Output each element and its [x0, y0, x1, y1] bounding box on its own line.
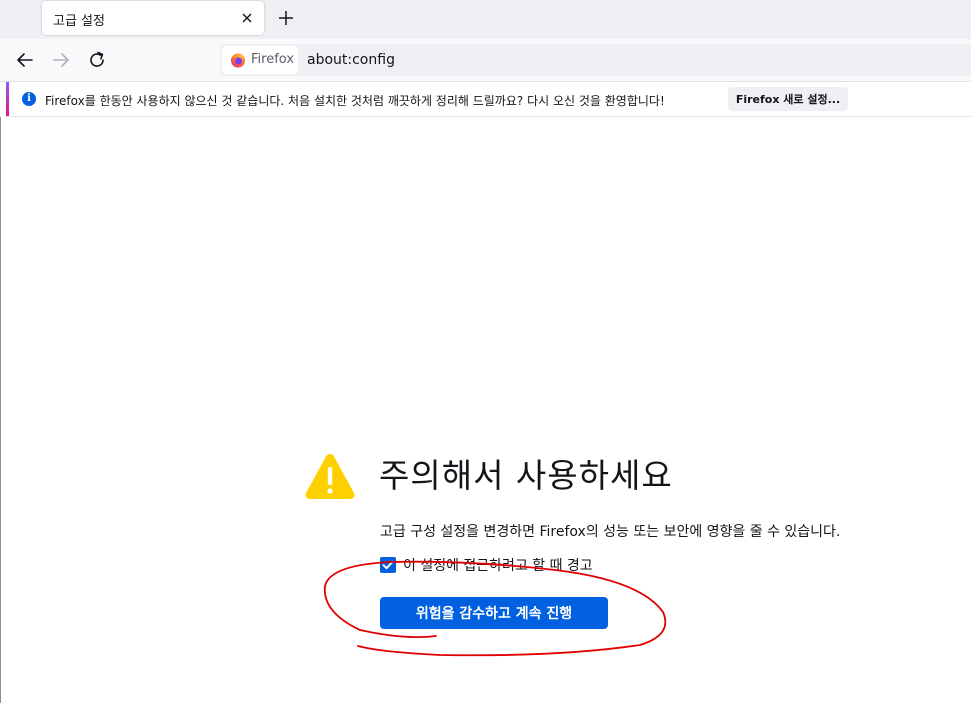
warning-description: 고급 구성 설정을 변경하면 Firefox의 성능 또는 보안에 영향을 줄 …	[380, 524, 841, 540]
tab-strip: 고급 설정	[0, 0, 971, 39]
navigation-toolbar: Firefox about:config	[0, 39, 971, 82]
warn-checkbox-label[interactable]: 이 설정에 접근하려고 할 때 경고	[403, 555, 593, 575]
tab-title: 고급 설정	[53, 14, 105, 29]
accept-risk-button[interactable]: 위험을 감수하고 계속 진행	[380, 597, 608, 629]
firefox-logo-icon	[231, 53, 245, 68]
notification-bar: i Firefox를 한동안 사용하지 않으신 것 같습니다. 처음 설치한 것…	[6, 82, 971, 117]
notification-accent	[6, 82, 9, 116]
warn-checkbox[interactable]	[380, 557, 396, 573]
url-bar[interactable]: Firefox about:config	[220, 44, 971, 76]
warning-triangle-icon	[305, 454, 355, 499]
info-icon: i	[22, 92, 36, 106]
page-edge-divider	[0, 117, 1, 703]
notification-message: Firefox를 한동안 사용하지 않으신 것 같습니다. 처음 설치한 것처럼…	[45, 94, 665, 108]
close-icon[interactable]	[238, 9, 256, 27]
forward-arrow-icon[interactable]	[50, 49, 72, 71]
warning-title: 주의해서 사용하세요	[379, 456, 673, 495]
plus-icon[interactable]	[276, 8, 296, 28]
identity-box[interactable]: Firefox	[222, 46, 298, 74]
tab-advanced-settings[interactable]: 고급 설정	[42, 1, 264, 35]
url-input[interactable]: about:config	[307, 52, 395, 68]
identity-label: Firefox	[251, 52, 295, 67]
back-arrow-icon[interactable]	[14, 49, 36, 71]
refresh-firefox-button[interactable]: Firefox 새로 설정...	[728, 87, 848, 111]
checkmark-icon	[382, 560, 394, 570]
reload-icon[interactable]	[86, 49, 108, 71]
